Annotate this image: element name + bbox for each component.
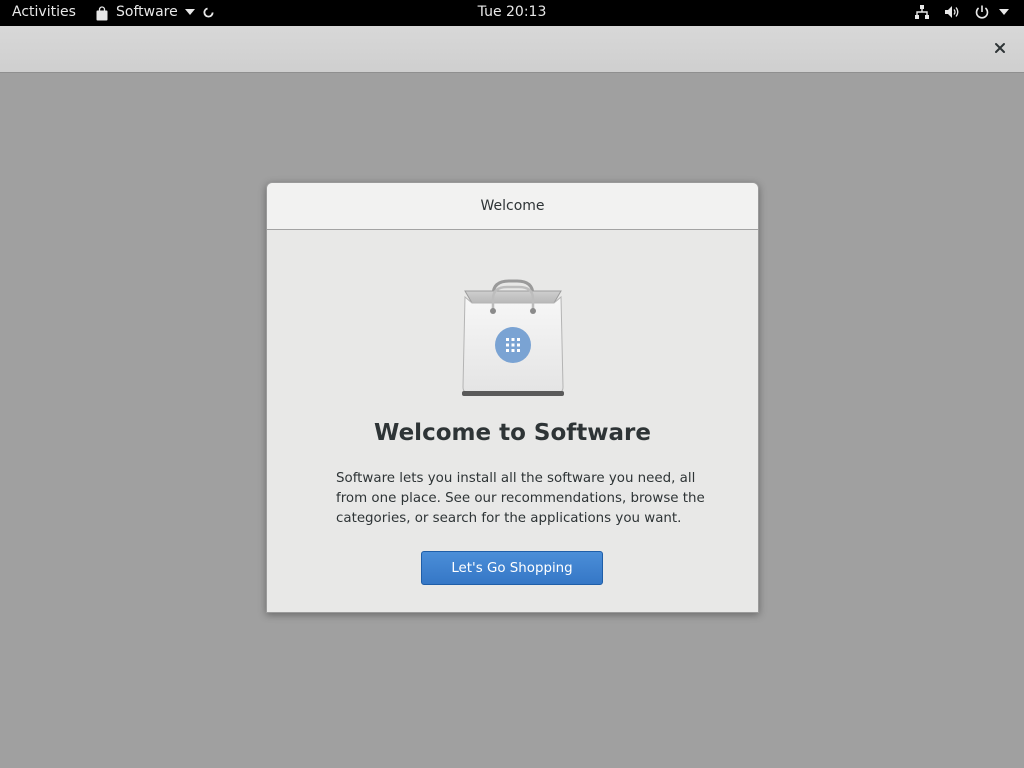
app-menu[interactable]: Software [96,4,214,20]
chevron-down-icon [999,9,1009,15]
top-bar: Activities Software Tue 20:13 [0,0,1024,26]
chevron-down-icon [184,9,195,15]
system-status-area[interactable] [914,4,1010,20]
dialog-header-title: Welcome [480,198,545,214]
app-menu-label: Software [116,4,178,20]
dialog-header: Welcome [267,183,758,230]
shopping-bag-icon [96,5,108,20]
close-icon[interactable] [992,40,1008,56]
power-icon [975,5,989,19]
welcome-description: Software lets you install all the softwa… [336,471,705,526]
volume-icon [945,6,959,18]
window-header-bar [0,26,1024,73]
activities-button[interactable]: Activities [12,4,76,20]
welcome-title: Welcome to Software [374,420,651,446]
software-bag-icon [462,279,564,396]
spinner-icon [203,6,214,18]
lets-go-shopping-button[interactable]: Let's Go Shopping [421,551,603,585]
welcome-dialog: Welcome Welcome to Software Software let… [266,182,759,613]
network-icon [915,5,929,19]
